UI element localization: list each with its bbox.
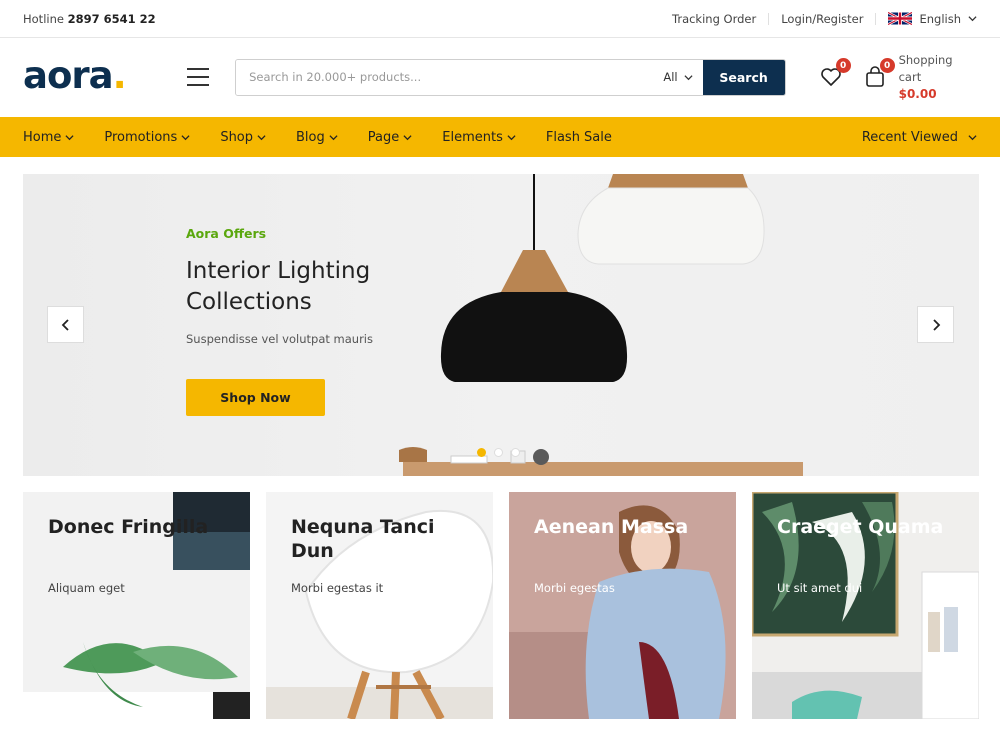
banner-subtitle: Ut sit amet dui <box>777 581 863 595</box>
header-icons: 0 0 Shopping cart $0.00 <box>819 52 977 103</box>
language-selector[interactable]: English <box>876 12 977 26</box>
slider-dot[interactable] <box>511 448 520 457</box>
banner-title: Aenean Massa <box>534 516 689 538</box>
hotline-label: Hotline <box>23 11 64 26</box>
banner-subtitle: Morbi egestas it <box>291 581 384 595</box>
cart-label: Shopping cart <box>898 52 953 84</box>
promo-banner-2[interactable]: Nequna Tanci Dun Morbi egestas it <box>266 492 493 719</box>
hotline: Hotline 2897 6541 22 <box>23 12 156 26</box>
chevron-down-icon <box>684 74 693 80</box>
slider-prev-button[interactable] <box>47 306 84 343</box>
search-bar: All Search <box>235 58 786 96</box>
hero-lamps-image <box>399 174 803 476</box>
search-category-select[interactable]: All <box>653 60 702 95</box>
nav-item-label: Page <box>367 129 400 145</box>
logo-text: aora <box>23 53 114 97</box>
nav-item-label: Promotions <box>104 129 178 145</box>
chevron-down-icon <box>968 134 977 140</box>
chevron-right-icon <box>932 318 940 331</box>
wishlist-count-badge: 0 <box>835 58 851 73</box>
cart-icon-wrap: 0 <box>863 58 895 89</box>
wishlist-button[interactable]: 0 <box>819 58 851 89</box>
chevron-down-icon <box>403 134 412 140</box>
nav-item-shop[interactable]: Shop <box>220 130 266 145</box>
slider-dots <box>477 448 520 457</box>
chevron-down-icon <box>507 134 516 140</box>
chevron-down-icon <box>968 16 977 22</box>
tracking-order-link[interactable]: Tracking Order <box>660 12 770 25</box>
main-header: aora. All Search 0 0 Shopping cart $0.00 <box>0 38 1000 116</box>
nav-item-label: Shop <box>220 129 254 145</box>
hotline-number[interactable]: 2897 6541 22 <box>68 12 156 26</box>
main-nav: Home Promotions Shop Blog Page Elements … <box>0 117 1000 157</box>
hero-kicker: Aora Offers <box>186 226 267 241</box>
nav-item-elements[interactable]: Elements <box>442 130 516 145</box>
banner-title: Craeget Quama <box>777 516 944 538</box>
nav-item-page[interactable]: Page <box>368 130 412 145</box>
nav-item-blog[interactable]: Blog <box>296 130 338 145</box>
menu-toggle-button[interactable] <box>187 68 210 86</box>
banner-subtitle: Aliquam eget <box>48 581 125 595</box>
logo[interactable]: aora. <box>23 54 161 97</box>
search-input[interactable] <box>236 59 654 95</box>
hero-subtitle: Suspendisse vel volutpat mauris <box>186 332 373 346</box>
nav-item-home[interactable]: Home <box>23 130 74 145</box>
cart-summary: Shopping cart $0.00 <box>899 52 977 103</box>
promo-banner-4[interactable]: Craeget Quama Ut sit amet dui <box>752 492 979 719</box>
top-bar: Hotline 2897 6541 22 Tracking Order Logi… <box>0 0 1000 38</box>
recent-viewed-dropdown[interactable]: Recent Viewed <box>862 130 977 145</box>
nav-item-flash-sale[interactable]: Flash Sale <box>546 130 612 145</box>
chevron-down-icon <box>65 134 74 140</box>
nav-item-label: Home <box>23 129 62 145</box>
chevron-left-icon <box>61 318 69 331</box>
promo-banner-1[interactable]: Donec Fringilla Aliquam eget <box>23 492 250 719</box>
search-button[interactable]: Search <box>702 59 785 95</box>
shopping-cart[interactable]: 0 Shopping cart $0.00 <box>863 52 977 103</box>
hero-title: Interior Lighting Collections <box>186 258 371 315</box>
cart-count-badge: 0 <box>879 58 895 73</box>
logo-dot: . <box>112 53 127 97</box>
banner-title: Donec Fringilla <box>48 516 209 538</box>
nav-item-label: Blog <box>296 129 325 145</box>
chevron-down-icon <box>257 134 266 140</box>
chevron-down-icon <box>329 134 338 140</box>
promo-banner-3[interactable]: Aenean Massa Morbi egestas <box>509 492 736 719</box>
slider-dot[interactable] <box>477 448 486 457</box>
chevron-down-icon <box>181 134 190 140</box>
hero-slider: Aora Offers Interior Lighting Collection… <box>23 174 979 476</box>
language-label: English <box>919 11 961 26</box>
hamburger-line <box>187 76 210 78</box>
recent-viewed-label: Recent Viewed <box>861 129 958 145</box>
nav-item-label: Elements <box>442 129 503 145</box>
hamburger-line <box>187 68 210 70</box>
uk-flag-icon <box>888 12 913 25</box>
nav-item-promotions[interactable]: Promotions <box>104 130 190 145</box>
banner-title: Nequna Tanci Dun <box>291 516 435 562</box>
slider-next-button[interactable] <box>917 306 954 343</box>
login-register-link[interactable]: Login/Register <box>769 12 877 25</box>
nav-item-label: Flash Sale <box>545 129 612 145</box>
shop-now-button[interactable]: Shop Now <box>186 379 325 416</box>
slider-dot[interactable] <box>494 448 503 457</box>
top-links: Tracking Order Login/Register English <box>660 12 977 26</box>
banner-subtitle: Morbi egestas <box>534 581 615 595</box>
search-category-label: All <box>663 70 678 84</box>
cart-total: $0.00 <box>898 86 937 101</box>
hamburger-line <box>187 84 210 86</box>
